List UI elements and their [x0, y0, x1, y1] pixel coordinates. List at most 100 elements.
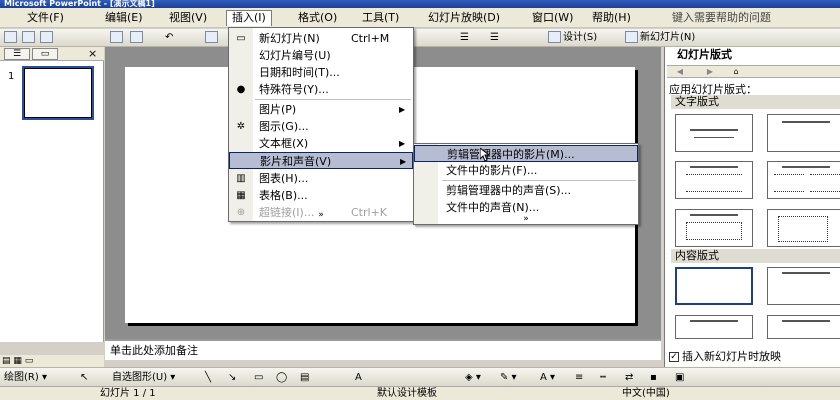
slides-pane: ☰ ▭ × 1 — [0, 47, 104, 342]
open-icon[interactable] — [22, 31, 37, 45]
menu-item-chart[interactable]: ▥ 图表(H)... — [229, 170, 413, 187]
line-icon[interactable]: ╲ — [205, 371, 211, 384]
menu-edit[interactable]: 编辑(E) — [100, 10, 148, 26]
rectangle-icon[interactable]: ▭ — [254, 371, 263, 384]
arrow-style-icon[interactable]: ⇄ — [625, 371, 633, 384]
menu-item-new-slide[interactable]: ▭ 新幻灯片(N) Ctrl+M — [229, 30, 413, 47]
line-color-icon[interactable]: ✎ ▾ — [500, 371, 517, 384]
status-language: 中文(中国) — [622, 388, 670, 399]
new-slide-label: 新幻灯片(N) — [640, 32, 696, 43]
bullets-icon[interactable]: ☰ — [490, 31, 499, 45]
save-icon[interactable] — [40, 31, 55, 45]
textbox-icon[interactable]: ▤ — [300, 371, 309, 384]
menu-item-diagram[interactable]: ✲ 图示(G)... — [229, 118, 413, 135]
insert-menu-dropdown: ▭ 新幻灯片(N) Ctrl+M 幻灯片编号(U) 日期和时间(T)... ● … — [228, 27, 414, 222]
menu-window[interactable]: 窗口(W) — [527, 10, 578, 26]
new-slide-button[interactable]: 新幻灯片(N) — [625, 31, 695, 45]
status-template: 默认设计模板 — [377, 388, 437, 399]
menu-bar: 文件(F) 编辑(E) 视图(V) 插入(I) 格式(O) 工具(T) 幻灯片放… — [0, 8, 840, 28]
forward-icon[interactable]: ▶ — [703, 67, 717, 77]
checkbox-icon[interactable]: ✓ — [669, 352, 679, 362]
sorter-view-icon[interactable]: ▦ — [13, 356, 22, 366]
menu-help[interactable]: 帮助(H) — [587, 10, 636, 26]
chart-icon[interactable] — [205, 31, 220, 45]
menu-insert[interactable]: 插入(I) — [226, 10, 272, 26]
draw-label: 绘图(R) — [4, 372, 39, 383]
submenu-item-clip-movie[interactable]: 剪辑管理器中的影片(M)... — [414, 145, 638, 162]
wordart-icon[interactable]: A — [355, 371, 362, 384]
slideshow-view-icon[interactable]: ▭ — [25, 356, 34, 366]
layout-content[interactable] — [767, 267, 840, 305]
home-icon[interactable]: ⌂ — [729, 67, 743, 77]
submenu-arrow-icon: ▶ — [399, 139, 406, 148]
menu-item-special-symbol[interactable]: ● 特殊符号(Y)... — [229, 81, 413, 98]
outline-tab[interactable]: ☰ — [4, 48, 30, 60]
menu-item-date-time[interactable]: 日期和时间(T)... — [229, 64, 413, 81]
menu-slideshow[interactable]: 幻灯片放映(D) — [423, 10, 505, 26]
task-pane-nav: ◀ ▶ ⌂ — [667, 65, 840, 78]
submenu-item-file-movie[interactable]: 文件中的影片(F)... — [414, 162, 638, 179]
layout-title-content[interactable] — [675, 315, 753, 339]
normal-view-icon[interactable]: ▤ — [2, 356, 11, 366]
submenu-item-clip-sound[interactable]: 剪辑管理器中的声音(S)... — [414, 182, 638, 199]
oval-icon[interactable]: ◯ — [276, 371, 287, 384]
arrow-icon[interactable]: ↘ — [228, 371, 236, 384]
layout-vertical-title-text[interactable] — [767, 209, 840, 247]
menu-item-table[interactable]: ▦ 表格(B)... — [229, 187, 413, 204]
menu-view[interactable]: 视图(V) — [164, 10, 212, 26]
design-label: 设计(S) — [563, 32, 598, 43]
menu-item-movies-sounds[interactable]: 影片和声音(V) ▶ — [229, 152, 413, 169]
mouse-cursor-icon — [480, 148, 490, 162]
expand-menu-icon[interactable]: » — [229, 209, 413, 221]
back-icon[interactable]: ◀ — [673, 67, 687, 77]
menu-file[interactable]: 文件(F) — [22, 10, 69, 26]
3d-icon[interactable]: ▣ — [675, 371, 684, 384]
autoshapes-label: 自选图形(U) — [112, 372, 168, 383]
close-icon[interactable]: × — [88, 47, 97, 60]
undo-icon[interactable]: ↶ — [165, 31, 173, 45]
drawing-toolbar: 绘图(R) ▾ ↖ 自选图形(U) ▾ ╲ ↘ ▭ ◯ ▤ A ◈ ▾ ✎ ▾ … — [0, 367, 840, 386]
layout-vertical-text[interactable] — [675, 209, 753, 247]
layout-title-only[interactable] — [767, 114, 840, 152]
menu-item-picture[interactable]: 图片(P) ▶ — [229, 101, 413, 118]
diagram-icon: ✲ — [236, 121, 246, 132]
expand-submenu-icon[interactable]: » — [414, 213, 638, 225]
movies-sounds-submenu: 剪辑管理器中的影片(M)... 文件中的影片(F)... 剪辑管理器中的声音(S… — [413, 143, 639, 225]
help-search-input[interactable]: 键入需要帮助的问题 — [668, 10, 836, 26]
paste-icon[interactable] — [130, 31, 145, 45]
new-slide-icon: ▭ — [236, 33, 246, 44]
draw-menu-button[interactable]: 绘图(R) ▾ — [4, 371, 47, 384]
menu-item-slide-number[interactable]: 幻灯片编号(U) — [229, 47, 413, 64]
line-style-icon[interactable]: ≡ — [575, 371, 583, 384]
menu-tools[interactable]: 工具(T) — [357, 10, 404, 26]
new-document-icon[interactable] — [4, 31, 19, 45]
menu-item-textbox[interactable]: 文本框(X) ▶ — [229, 135, 413, 152]
slide-layout-task-pane: 幻灯片版式 ◀ ▶ ⌂ 应用幻灯片版式： 文字版式 内容版式 ✓ 插入新幻灯片时… — [664, 47, 840, 369]
window-title-bar: Microsoft PowerPoint - [演示文稿1] — [0, 0, 840, 8]
design-button[interactable]: 设计(S) — [548, 31, 597, 45]
section-content-layouts: 内容版式 — [671, 249, 840, 263]
notes-pane[interactable]: 单击此处添加备注 — [105, 339, 661, 360]
table-icon: ▦ — [236, 190, 246, 201]
layout-title-slide[interactable] — [675, 114, 753, 152]
symbol-icon: ● — [236, 84, 246, 95]
view-buttons: ▤ ▦ ▭ — [0, 355, 104, 367]
layout-title-text[interactable] — [675, 161, 753, 199]
layout-two-column-text[interactable] — [767, 161, 840, 199]
show-on-insert-checkbox[interactable]: ✓ 插入新幻灯片时放映 — [669, 348, 781, 364]
numbering-icon[interactable]: ☰ — [460, 31, 469, 45]
slide-thumbnail[interactable] — [22, 66, 94, 120]
dash-style-icon[interactable]: ┅ — [600, 371, 606, 384]
font-color-icon[interactable]: A ▾ — [540, 371, 555, 384]
pane-tabs: ☰ ▭ × — [0, 47, 104, 61]
shadow-icon[interactable]: ▪ — [650, 371, 657, 384]
submenu-arrow-icon: ▶ — [400, 157, 407, 166]
copy-icon[interactable] — [110, 31, 125, 45]
menu-format[interactable]: 格式(O) — [293, 10, 342, 26]
slides-tab[interactable]: ▭ — [32, 48, 58, 60]
fill-color-icon[interactable]: ◈ ▾ — [465, 371, 481, 384]
layout-blank[interactable] — [675, 267, 753, 305]
layout-two-content[interactable] — [767, 315, 840, 339]
autoshapes-button[interactable]: 自选图形(U) ▾ — [112, 371, 175, 384]
select-pointer-icon[interactable]: ↖ — [80, 371, 88, 384]
